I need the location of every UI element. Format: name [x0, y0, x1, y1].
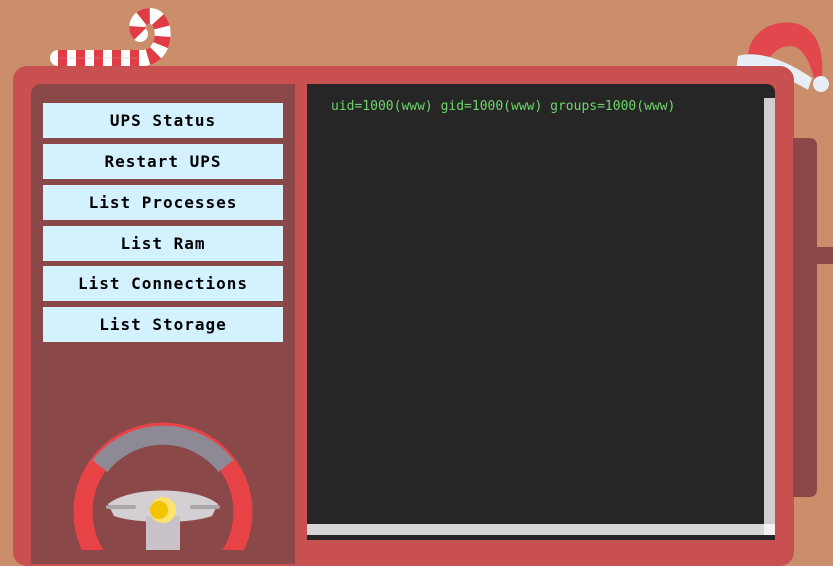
candy-cane-icon [50, 7, 171, 66]
vertical-scrollbar[interactable] [764, 98, 775, 524]
ups-status-button[interactable]: UPS Status [43, 103, 283, 138]
restart-ups-button[interactable]: Restart UPS [43, 144, 283, 179]
horizontal-scrollbar[interactable] [307, 524, 764, 535]
list-ram-button[interactable]: List Ram [43, 226, 283, 261]
scrollbar-corner [764, 524, 775, 535]
side-panel [793, 138, 817, 497]
steering-wheel-icon [73, 422, 253, 550]
list-storage-button[interactable]: List Storage [43, 307, 283, 342]
list-connections-button[interactable]: List Connections [43, 266, 283, 301]
side-connector [817, 247, 833, 264]
terminal-output[interactable]: uid=1000(www) gid=1000(www) groups=1000(… [307, 84, 775, 540]
list-processes-button[interactable]: List Processes [43, 185, 283, 220]
terminal-text: uid=1000(www) gid=1000(www) groups=1000(… [331, 99, 676, 114]
